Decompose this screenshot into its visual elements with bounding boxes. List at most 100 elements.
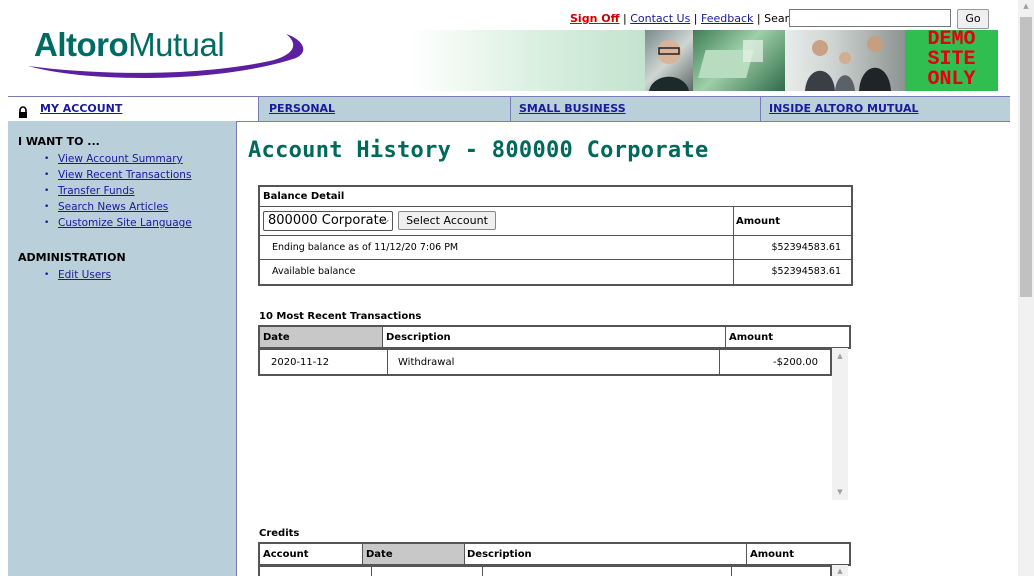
sidebar-item-search-news: Search News Articles — [44, 199, 192, 215]
meeting-photo-icon — [805, 36, 891, 91]
recent-transactions-header: Date Description Amount — [258, 325, 851, 349]
credits-title: Credits — [259, 528, 300, 539]
view-account-summary-link[interactable]: View Account Summary — [58, 153, 183, 165]
balance-detail-header: Balance Detail — [263, 191, 345, 202]
recent-transactions-body[interactable]: 2020-11-12 Withdrawal -$200.00 ▲ ▼ — [258, 348, 848, 500]
sidebar-item-recent-transactions: View Recent Transactions — [44, 167, 192, 183]
laptop-photo-icon — [698, 40, 763, 78]
customize-language-link[interactable]: Customize Site Language — [58, 217, 192, 229]
banner-gradient — [410, 30, 645, 91]
table-row: 2020-11-12 Withdrawal -$200.00 — [258, 348, 832, 376]
tab-inside-altoro[interactable]: INSIDE ALTORO MUTUAL — [769, 97, 919, 121]
account-select-value: 800000 Corporate — [268, 213, 387, 228]
credits-body[interactable]: ▲ — [258, 565, 848, 576]
credits-amount-header: Amount — [750, 549, 795, 560]
person-photo-icon — [649, 40, 689, 91]
column-divider — [731, 567, 732, 576]
balance-detail-table: Balance Detail 800000 Corporate ⌵ Select… — [258, 185, 853, 286]
demo-site-badge: DEMO SITE ONLY — [905, 30, 998, 91]
link-separator: | — [756, 12, 761, 25]
scroll-down-icon[interactable]: ▼ — [832, 488, 848, 496]
page-scrollbar-thumb[interactable] — [1020, 17, 1032, 297]
ending-balance-label: Ending balance as of 11/12/20 7:06 PM — [272, 242, 459, 253]
altoro-logo[interactable]: AltoroMutual — [24, 18, 314, 84]
page-scroll-up-icon[interactable]: ▲ — [1018, 2, 1034, 10]
page-title: Account History - 800000 Corporate — [248, 138, 709, 163]
available-balance-label: Available balance — [272, 266, 356, 277]
view-recent-transactions-link[interactable]: View Recent Transactions — [58, 169, 191, 181]
table-row — [258, 565, 832, 576]
column-divider — [387, 350, 388, 374]
edit-users-link[interactable]: Edit Users — [58, 269, 111, 281]
link-separator: | — [693, 12, 698, 25]
logo-text: AltoroMutual — [34, 26, 225, 63]
tab-personal[interactable]: PERSONAL — [269, 97, 335, 121]
header-banner: DEMO SITE ONLY — [410, 30, 998, 91]
table-scrollbar[interactable]: ▲ ▼ — [832, 348, 848, 500]
column-divider — [725, 327, 726, 347]
link-separator: | — [623, 12, 627, 25]
ending-balance-amount: $52394583.61 — [771, 242, 841, 253]
row-divider — [260, 235, 851, 236]
nav-divider — [258, 97, 259, 121]
scroll-up-icon[interactable]: ▲ — [832, 567, 848, 575]
tab-personal-link[interactable]: PERSONAL — [269, 102, 335, 115]
credits-description-header: Description — [467, 549, 532, 560]
go-button[interactable]: Go — [957, 9, 989, 29]
credits-header: Account Date Description Amount — [258, 542, 851, 566]
tab-inside-altoro-link[interactable]: INSIDE ALTORO MUTUAL — [769, 102, 919, 115]
tab-small-business[interactable]: SMALL BUSINESS — [519, 97, 626, 121]
description-column-header: Description — [386, 332, 451, 343]
tab-small-business-link[interactable]: SMALL BUSINESS — [519, 102, 626, 115]
transaction-date: 2020-11-12 — [271, 357, 330, 368]
sidebar-heading-administration: ADMINISTRATION — [18, 251, 126, 264]
sidebar-heading-i-want-to: I WANT TO ... — [18, 135, 100, 148]
top-links: Sign Off | Contact Us | Feedback | Searc… — [570, 12, 802, 25]
date-column-header: Date — [263, 332, 290, 343]
column-divider — [371, 567, 372, 576]
amount-column-header: Amount — [729, 332, 774, 343]
credits-scrollbar[interactable]: ▲ — [832, 565, 848, 576]
sign-off-link[interactable]: Sign Off — [570, 12, 620, 25]
sidebar: I WANT TO ... View Account Summary View … — [8, 121, 237, 576]
banner-photo-woman — [645, 30, 693, 91]
contact-us-link[interactable]: Contact Us — [630, 12, 690, 25]
sidebar-links: View Account Summary View Recent Transac… — [44, 151, 192, 231]
credits-account-header: Account — [263, 549, 309, 560]
sidebar-item-customize-language: Customize Site Language — [44, 215, 192, 231]
transfer-funds-link[interactable]: Transfer Funds — [58, 185, 134, 197]
tab-my-account-link[interactable]: MY ACCOUNT — [40, 97, 122, 121]
tab-my-account[interactable]: MY ACCOUNT — [8, 97, 258, 121]
transaction-amount: -$200.00 — [773, 357, 818, 368]
sidebar-item-edit-users: Edit Users — [44, 267, 111, 283]
banner-photo-meeting — [785, 30, 905, 91]
row-divider — [260, 206, 851, 207]
transaction-description: Withdrawal — [398, 357, 455, 368]
account-select[interactable]: 800000 Corporate ⌵ — [263, 211, 393, 231]
admin-links: Edit Users — [44, 267, 111, 283]
chevron-down-icon: ⌵ — [380, 214, 389, 227]
demo-site-text: DEMO SITE ONLY — [927, 30, 976, 91]
amount-header: Amount — [736, 216, 781, 227]
credits-date-header: Date — [366, 549, 393, 560]
sidebar-item-account-summary: View Account Summary — [44, 151, 192, 167]
column-divider — [482, 567, 483, 576]
available-balance-amount: $52394583.61 — [771, 266, 841, 277]
select-account-button[interactable]: Select Account — [398, 211, 496, 230]
column-divider — [733, 206, 734, 284]
recent-transactions-title: 10 Most Recent Transactions — [259, 311, 422, 322]
search-input[interactable] — [789, 9, 951, 27]
sidebar-item-transfer-funds: Transfer Funds — [44, 183, 192, 199]
row-divider — [260, 259, 851, 260]
banner-photo-laptop — [693, 30, 785, 91]
column-divider — [382, 327, 383, 347]
column-divider — [719, 350, 720, 374]
main-nav: MY ACCOUNT PERSONAL SMALL BUSINESS INSID… — [8, 96, 1010, 122]
search-news-link[interactable]: Search News Articles — [58, 201, 168, 213]
column-divider — [464, 544, 465, 564]
column-divider — [746, 544, 747, 564]
feedback-link[interactable]: Feedback — [701, 12, 753, 25]
nav-divider — [510, 97, 511, 121]
nav-divider — [760, 97, 761, 121]
scroll-up-icon[interactable]: ▲ — [832, 352, 848, 360]
